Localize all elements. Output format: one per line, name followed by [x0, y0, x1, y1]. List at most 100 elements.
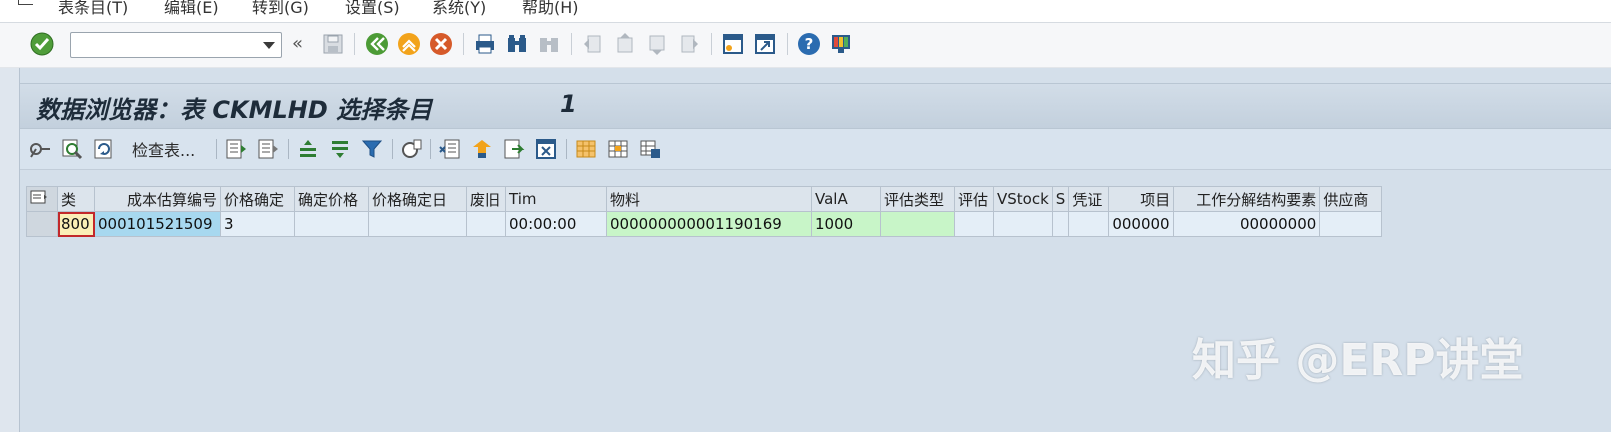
- column-header[interactable]: 类: [57, 186, 95, 212]
- exit-icon[interactable]: [397, 32, 421, 56]
- table-cell[interactable]: [993, 211, 1053, 237]
- check-table-button[interactable]: 检查表...: [132, 137, 195, 161]
- table-cell[interactable]: [466, 211, 506, 237]
- column-header[interactable]: 评估: [954, 186, 994, 212]
- check-icon[interactable]: [60, 137, 84, 161]
- filter-icon[interactable]: [360, 137, 384, 161]
- column-header[interactable]: 废旧: [466, 186, 506, 212]
- display-icon[interactable]: [28, 137, 52, 161]
- choose-layout-icon[interactable]: [574, 137, 598, 161]
- column-header[interactable]: 物料: [606, 186, 812, 212]
- table-cell[interactable]: 000000: [1108, 211, 1175, 237]
- customize-layout-icon[interactable]: [829, 32, 853, 56]
- cancel-icon[interactable]: [429, 32, 453, 56]
- column-header[interactable]: 凭证: [1068, 186, 1110, 212]
- table-cell[interactable]: [368, 211, 467, 237]
- column-header[interactable]: 价格确定: [220, 186, 295, 212]
- select-all-cell[interactable]: [26, 186, 58, 212]
- column-header[interactable]: 确定价格: [294, 186, 369, 212]
- create-session-icon[interactable]: [721, 32, 745, 56]
- column-header[interactable]: ValA: [811, 186, 881, 212]
- table-cell[interactable]: [294, 211, 369, 237]
- data-grid: 类 成本估算编号 价格确定 确定价格 价格确定日 废旧 Tim 物料 ValA …: [26, 186, 1383, 237]
- table-cell[interactable]: [1319, 211, 1383, 237]
- details-alt-icon[interactable]: [256, 137, 280, 161]
- total-icon[interactable]: [400, 137, 424, 161]
- title-bar: 数据浏览器：表 CKMLHD 选择条目 1: [20, 83, 1611, 129]
- menu-system[interactable]: 系统(Y): [432, 0, 486, 18]
- column-header[interactable]: 成本估算编号: [94, 186, 221, 212]
- change-layout-icon[interactable]: [606, 137, 630, 161]
- column-header[interactable]: S: [1051, 186, 1070, 212]
- menu-help[interactable]: 帮助(H): [522, 0, 579, 18]
- standard-toolbar: « ?: [0, 23, 1611, 68]
- print-icon[interactable]: [473, 32, 497, 56]
- table-cell[interactable]: 3: [220, 211, 295, 237]
- column-header[interactable]: 项目: [1108, 186, 1175, 212]
- dropdown-arrow-icon[interactable]: [263, 42, 275, 50]
- separator: [392, 139, 393, 159]
- menu-bar: 表条目(T) 编辑(E) 转到(G) 设置(S) 系统(Y) 帮助(H): [0, 0, 1611, 23]
- table-cell[interactable]: 1000: [811, 211, 881, 237]
- last-page-icon[interactable]: [677, 32, 701, 56]
- row-selector[interactable]: [26, 211, 58, 237]
- spreadsheet-icon[interactable]: [534, 137, 558, 161]
- menu-icon[interactable]: [18, 0, 33, 5]
- separator: [787, 33, 788, 55]
- command-input[interactable]: [75, 36, 255, 56]
- details-icon[interactable]: [224, 137, 248, 161]
- page-title: 数据浏览器：表 CKMLHD 选择条目: [36, 96, 433, 124]
- table-cell[interactable]: [880, 211, 955, 237]
- table-cell[interactable]: 00:00:00: [505, 211, 607, 237]
- save-icon[interactable]: [321, 32, 345, 56]
- column-header[interactable]: 价格确定日: [368, 186, 467, 212]
- collapse-command-icon[interactable]: «: [292, 33, 303, 54]
- application-toolbar: 检查表...: [20, 129, 1611, 170]
- find-icon[interactable]: [505, 32, 529, 56]
- menu-edit[interactable]: 编辑(E): [164, 0, 219, 18]
- table-cell[interactable]: 000101521509: [94, 211, 221, 237]
- separator: [216, 139, 217, 159]
- find-next-icon[interactable]: [537, 32, 561, 56]
- column-header[interactable]: 工作分解结构要素: [1173, 186, 1321, 212]
- separator: [354, 33, 355, 55]
- table-cell[interactable]: 000000000001190169: [606, 211, 812, 237]
- command-field[interactable]: [70, 32, 282, 58]
- first-page-icon[interactable]: [581, 32, 605, 56]
- sort-ascending-icon[interactable]: [296, 137, 320, 161]
- table-cell[interactable]: 00000000: [1173, 211, 1321, 237]
- menu-settings[interactable]: 设置(S): [345, 0, 400, 18]
- select-all-icon[interactable]: [30, 190, 48, 204]
- table-cell[interactable]: [1051, 211, 1070, 237]
- selected-entries-count: 1: [560, 90, 577, 118]
- local-file-icon[interactable]: [470, 137, 494, 161]
- column-header[interactable]: 评估类型: [880, 186, 955, 212]
- separator: [711, 33, 712, 55]
- previous-page-icon[interactable]: [613, 32, 637, 56]
- menu-goto[interactable]: 转到(G): [252, 0, 309, 18]
- table-cell[interactable]: [954, 211, 994, 237]
- table-cell[interactable]: [1068, 211, 1110, 237]
- export-spreadsheet-icon[interactable]: [438, 137, 462, 161]
- column-header[interactable]: Tim: [505, 186, 607, 212]
- table-header-row: 类 成本估算编号 价格确定 确定价格 价格确定日 废旧 Tim 物料 ValA …: [26, 186, 1383, 212]
- entries-table: 类 成本估算编号 价格确定 确定价格 价格确定日 废旧 Tim 物料 ValA …: [26, 186, 1383, 237]
- refresh-icon[interactable]: [92, 137, 116, 161]
- generate-shortcut-icon[interactable]: [753, 32, 777, 56]
- separator: [288, 139, 289, 159]
- table-row[interactable]: 800 000101521509 3 00:00:00 000000000001…: [26, 211, 1383, 237]
- back-icon[interactable]: [365, 32, 389, 56]
- separator: [430, 139, 431, 159]
- watermark: 知乎 @ERP讲堂: [1192, 335, 1524, 386]
- sort-descending-icon[interactable]: [328, 137, 352, 161]
- save-layout-icon[interactable]: [638, 137, 662, 161]
- column-header[interactable]: 供应商: [1319, 186, 1383, 212]
- help-icon[interactable]: ?: [797, 32, 821, 56]
- svg-text:?: ?: [805, 35, 814, 53]
- table-cell[interactable]: 800: [57, 211, 95, 237]
- column-header[interactable]: VStock: [993, 186, 1053, 212]
- next-page-icon[interactable]: [645, 32, 669, 56]
- enter-check-icon[interactable]: [30, 32, 54, 56]
- menu-table-entry[interactable]: 表条目(T): [58, 0, 128, 18]
- word-processing-icon[interactable]: [502, 137, 526, 161]
